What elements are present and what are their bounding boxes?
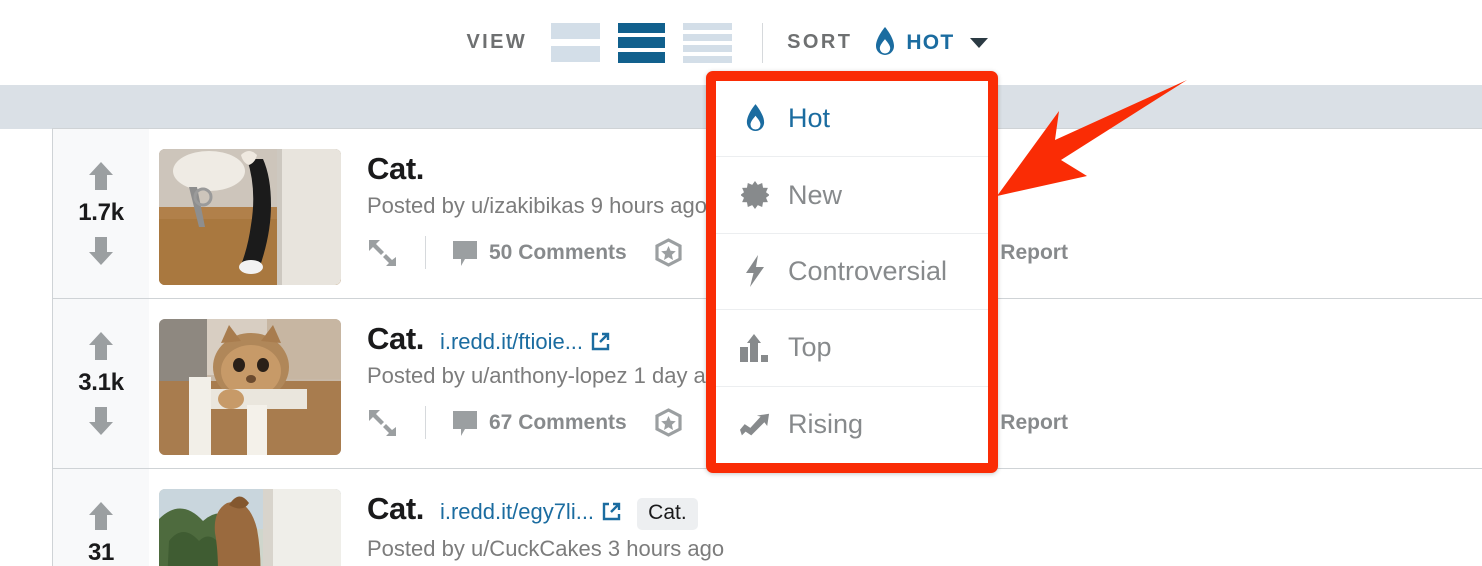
vote-column: 31 xyxy=(53,469,149,566)
bar-chart-up-icon xyxy=(740,331,770,365)
sort-option-label: New xyxy=(788,179,843,210)
sort-option-top[interactable]: Top xyxy=(716,310,988,387)
view-label: VIEW xyxy=(466,31,528,53)
comments-button[interactable]: 50 Comments xyxy=(452,240,627,266)
comment-bubble-icon xyxy=(453,240,477,266)
sort-current-value: HOT xyxy=(906,30,955,54)
cat-at-window-thumbnail xyxy=(159,489,341,566)
trending-up-icon xyxy=(740,408,770,442)
external-link-icon xyxy=(591,332,610,351)
sort-option-new[interactable]: New xyxy=(716,157,988,234)
lightning-bolt-icon xyxy=(740,254,770,288)
post-thumbnail[interactable] xyxy=(159,489,341,566)
sort-option-label: Hot xyxy=(788,103,831,134)
post-title-row: Cat. i.redd.it/egy7li... Cat. xyxy=(367,491,1482,530)
upvote-arrow-icon[interactable] xyxy=(88,161,114,191)
comments-count: 50 Comments xyxy=(489,240,627,264)
post-thumbnail[interactable] xyxy=(159,149,341,285)
post-score: 31 xyxy=(87,539,115,566)
sort-option-label: Controversial xyxy=(788,255,948,286)
sort-option-rising[interactable]: Rising xyxy=(716,386,988,463)
post-score: 1.7k xyxy=(78,199,124,226)
view-mode-classic[interactable] xyxy=(617,22,666,64)
external-link-icon xyxy=(602,502,621,521)
comments-button[interactable]: 67 Comments xyxy=(452,410,627,436)
post-title[interactable]: Cat. xyxy=(367,321,424,357)
flame-icon xyxy=(876,27,895,55)
expand-arrows-icon xyxy=(369,409,396,436)
sort-dropdown-list: Hot New Controversial Top Rising xyxy=(716,81,988,463)
sort-option-hot[interactable]: Hot xyxy=(716,81,988,158)
downvote-arrow-icon[interactable] xyxy=(88,236,114,266)
view-mode-compact[interactable] xyxy=(683,22,733,64)
cat-in-doorway-thumbnail xyxy=(159,149,341,285)
post-link-text: i.redd.it/egy7li... xyxy=(439,499,595,524)
award-button[interactable] xyxy=(653,408,684,437)
post-external-link[interactable]: i.redd.it/ftioie... xyxy=(440,329,610,355)
view-mode-group xyxy=(551,22,733,64)
flame-icon xyxy=(740,102,770,136)
sort-dropdown-menu: Hot New Controversial Top Rising xyxy=(706,71,998,473)
post-row[interactable]: 31 Cat. i.redd.it/egy7li... Cat. Posted … xyxy=(53,469,1482,566)
toolbar-divider xyxy=(762,22,764,63)
vote-column: 1.7k xyxy=(53,129,149,298)
actions-divider xyxy=(425,406,426,439)
report-label: Report xyxy=(1000,410,1068,434)
post-external-link[interactable]: i.redd.it/egy7li... xyxy=(440,499,621,525)
award-star-icon xyxy=(655,408,682,437)
sort-option-label: Top xyxy=(788,332,832,363)
expand-post-button[interactable] xyxy=(367,238,399,268)
actions-divider xyxy=(425,236,426,269)
post-link-text: i.redd.it/ftioie... xyxy=(439,329,584,354)
post-title[interactable]: Cat. xyxy=(367,151,424,187)
post-thumbnail[interactable] xyxy=(159,319,341,455)
sort-dropdown-trigger[interactable]: HOT xyxy=(873,27,988,58)
sort-option-controversial[interactable]: Controversial xyxy=(716,233,988,311)
expand-post-button[interactable] xyxy=(367,408,399,438)
chevron-down-icon xyxy=(969,37,988,48)
post-title[interactable]: Cat. xyxy=(367,491,424,527)
comment-bubble-icon xyxy=(453,410,477,436)
post-score: 3.1k xyxy=(78,369,124,396)
vote-column: 3.1k xyxy=(53,299,149,468)
comments-count: 67 Comments xyxy=(489,410,627,434)
view-mode-card[interactable] xyxy=(551,23,601,63)
upvote-arrow-icon[interactable] xyxy=(88,501,114,531)
upvote-arrow-icon[interactable] xyxy=(88,331,114,361)
post-content: Cat. i.redd.it/egy7li... Cat. Posted by … xyxy=(341,469,1482,566)
post-flair[interactable]: Cat. xyxy=(637,498,698,530)
award-button[interactable] xyxy=(653,238,684,267)
report-label: Report xyxy=(1000,240,1068,264)
reddit-listing-screen: VIEW SORT HOT 1.7k Cat. Posted by u/izak… xyxy=(0,0,1482,566)
sort-option-label: Rising xyxy=(788,409,864,440)
post-byline: Posted by u/CuckCakes 3 hours ago xyxy=(367,536,725,561)
downvote-arrow-icon[interactable] xyxy=(88,406,114,436)
sort-label: SORT xyxy=(787,31,853,53)
fluffy-cat-on-gate-thumbnail xyxy=(159,319,341,455)
award-star-icon xyxy=(655,238,682,267)
expand-arrows-icon xyxy=(369,239,396,266)
starburst-icon xyxy=(740,178,770,212)
